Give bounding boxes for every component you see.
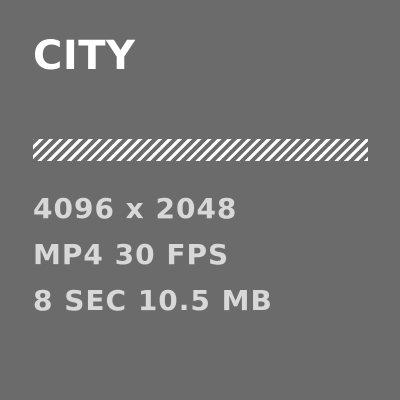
video-info-card: CITY 4096 x 2048 MP4 30 FPS 8 SEC 10.5 M… <box>0 0 400 400</box>
hatched-divider <box>33 139 368 161</box>
duration-size-text: 8 SEC 10.5 MB <box>33 284 273 317</box>
resolution-text: 4096 x 2048 <box>33 192 238 225</box>
video-title: CITY <box>33 33 136 79</box>
video-specs: 4096 x 2048 MP4 30 FPS 8 SEC 10.5 MB <box>33 186 273 324</box>
format-fps-text: MP4 30 FPS <box>33 238 230 271</box>
